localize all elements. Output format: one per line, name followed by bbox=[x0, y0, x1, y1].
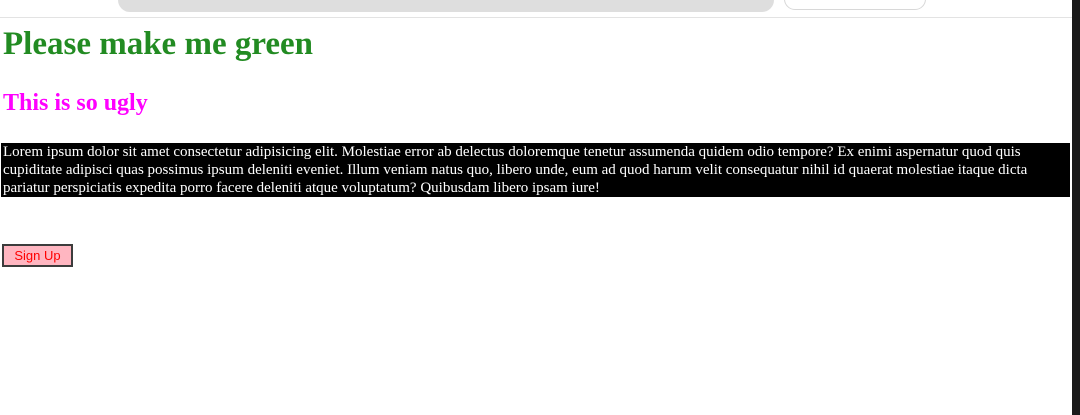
back-arrow-icon[interactable]: ← bbox=[84, 0, 94, 3]
page-viewport bbox=[0, 18, 1072, 415]
sign-up-button[interactable]: Sign Up bbox=[2, 244, 73, 267]
lorem-paragraph: Lorem ipsum dolor sit amet consectetur a… bbox=[1, 143, 1070, 197]
extensions-area[interactable] bbox=[784, 0, 926, 10]
page-subheading-magenta: This is so ugly bbox=[3, 90, 148, 116]
window-border bbox=[1072, 0, 1080, 415]
page-heading-green: Please make me green bbox=[3, 26, 314, 62]
browser-toolbar: ← bbox=[0, 0, 1080, 18]
address-bar[interactable] bbox=[118, 0, 774, 12]
